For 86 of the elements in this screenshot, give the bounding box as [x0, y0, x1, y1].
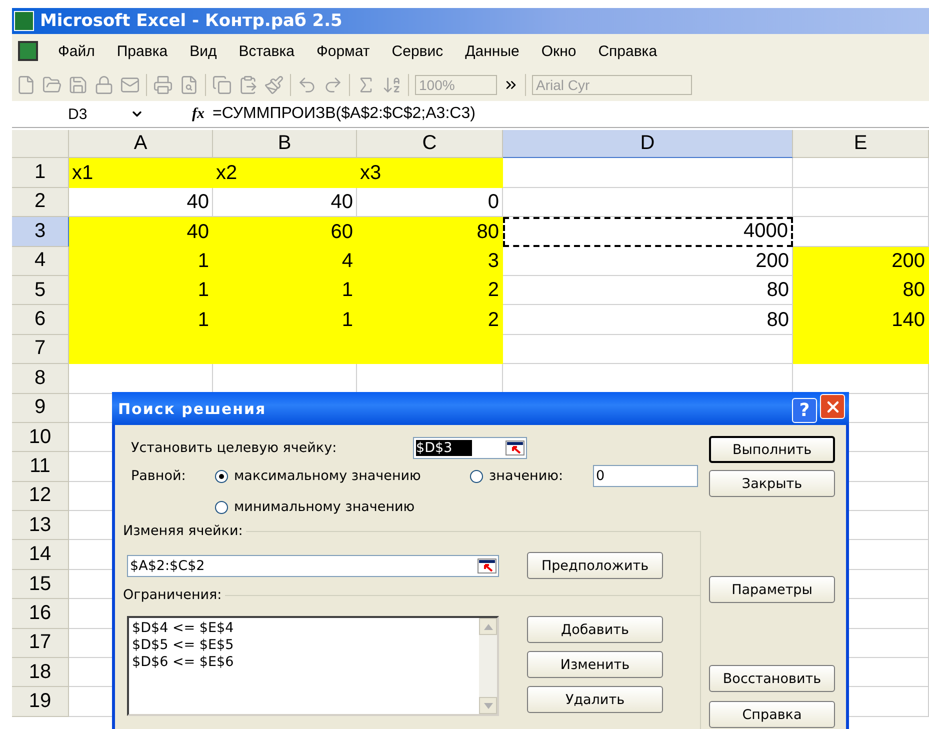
changing-cells-field[interactable]: $A$2:$C$2: [127, 554, 499, 576]
row-header[interactable]: 7: [12, 334, 69, 364]
table-cell[interactable]: 1: [69, 305, 213, 335]
target-cell-field[interactable]: $D$3: [413, 437, 527, 459]
table-cell[interactable]: 4: [213, 246, 357, 276]
row-header[interactable]: 16: [12, 599, 69, 629]
row-header[interactable]: 1: [12, 158, 69, 188]
table-cell[interactable]: 4000: [503, 217, 793, 247]
dialog-title: Поиск решения: [118, 400, 266, 418]
table-cell[interactable]: 2: [357, 305, 503, 335]
table-cell[interactable]: 80: [503, 305, 793, 335]
dialog-button[interactable]: Закрыть: [709, 470, 835, 497]
constraint-button[interactable]: Удалить: [527, 686, 663, 713]
dialog-button[interactable]: Восстановить: [709, 665, 835, 692]
table-cell[interactable]: 60: [213, 217, 357, 247]
table-cell[interactable]: 1: [213, 305, 357, 335]
constraints-list[interactable]: $D$4 <= $E$4 $D$5 <= $E$5 $D$6 <= $E$6: [127, 616, 499, 716]
menu-item[interactable]: Вид: [180, 38, 229, 64]
menu-item[interactable]: Файл: [48, 38, 107, 64]
dialog-button[interactable]: Справка: [709, 701, 835, 728]
table-cell[interactable]: 3: [357, 246, 503, 276]
table-cell[interactable]: 80: [793, 276, 929, 306]
radio-option[interactable]: минимальному значению: [215, 499, 415, 515]
menu-item[interactable]: Правка: [106, 38, 180, 64]
row-header[interactable]: 8: [12, 364, 69, 394]
field-label: Установить целевую ячейку:: [130, 440, 338, 456]
table-cell[interactable]: 40: [213, 188, 357, 218]
field-label: Равной:: [130, 468, 187, 484]
row-header[interactable]: 19: [12, 687, 69, 717]
row-header[interactable]: 9: [12, 394, 69, 423]
row-header[interactable]: 3: [12, 217, 69, 247]
menu-item[interactable]: Окно: [531, 38, 588, 64]
table-cell[interactable]: 80: [357, 217, 503, 247]
table-cell[interactable]: 1: [69, 276, 213, 306]
table-cell[interactable]: 200: [793, 246, 929, 276]
row-header[interactable]: 17: [12, 628, 69, 658]
row-header[interactable]: 18: [12, 658, 69, 688]
table-cell[interactable]: 1: [69, 246, 213, 276]
menu-item[interactable]: Формат: [306, 38, 382, 64]
table-cell[interactable]: x3: [357, 158, 503, 188]
row-header[interactable]: 5: [12, 276, 69, 306]
table-cell[interactable]: 0: [357, 188, 503, 218]
table-cell[interactable]: 2: [357, 276, 503, 306]
value-field[interactable]: 0: [593, 465, 698, 487]
row-header[interactable]: 15: [12, 570, 69, 600]
row-header[interactable]: 13: [12, 511, 69, 540]
constraint-button[interactable]: Изменить: [527, 651, 663, 678]
table-cell[interactable]: 40: [69, 217, 213, 247]
table-cell[interactable]: 40: [69, 188, 213, 218]
column-header[interactable]: D: [503, 130, 793, 158]
column-header[interactable]: E: [793, 130, 929, 158]
table-cell[interactable]: 80: [503, 276, 793, 306]
formula-text[interactable]: =СУММПРОИЗВ($A$2:$C$2;A3:C3): [212, 105, 476, 123]
group-label: Ограничения:: [123, 587, 225, 603]
table-cell[interactable]: 200: [503, 246, 793, 276]
radio-option[interactable]: значению:: [470, 468, 593, 484]
constraint-item[interactable]: $D$6 <= $E$6: [132, 654, 479, 671]
column-header[interactable]: B: [213, 130, 357, 158]
dialog-button[interactable]: Параметры: [709, 576, 835, 603]
table-cell[interactable]: 140: [793, 305, 929, 335]
name-box[interactable]: D3: [12, 106, 152, 122]
column-header[interactable]: A: [69, 130, 213, 158]
menu-item[interactable]: Данные: [455, 38, 532, 64]
radio-option[interactable]: максимальному значению: [215, 468, 470, 484]
menu-item[interactable]: Вставка: [228, 38, 306, 64]
row-header[interactable]: 6: [12, 305, 69, 335]
table-cell[interactable]: x1: [69, 158, 213, 188]
row-header[interactable]: 2: [12, 188, 69, 218]
constraint-item[interactable]: $D$4 <= $E$4: [132, 620, 479, 637]
constraint-button[interactable]: Добавить: [527, 616, 663, 643]
row-header[interactable]: 12: [12, 482, 69, 512]
table-cell[interactable]: x2: [213, 158, 357, 188]
row-header[interactable]: 11: [12, 452, 69, 482]
table-cell[interactable]: 1: [213, 276, 357, 306]
help-button[interactable]: ?: [792, 398, 817, 423]
menu-item[interactable]: Сервис: [382, 38, 456, 64]
window-title: Microsoft Excel - Контр.раб 2.5: [40, 11, 342, 31]
function-label[interactable]: fx: [192, 106, 204, 122]
dialog-button[interactable]: Выполнить: [709, 436, 835, 463]
column-header[interactable]: C: [357, 130, 503, 158]
row-header[interactable]: 4: [12, 246, 69, 276]
row-header[interactable]: 10: [12, 422, 69, 452]
guess-button[interactable]: Предположить: [527, 552, 663, 579]
row-header[interactable]: 14: [12, 540, 69, 570]
constraint-item[interactable]: $D$5 <= $E$5: [132, 637, 479, 654]
menu-item[interactable]: Справка: [588, 38, 670, 64]
